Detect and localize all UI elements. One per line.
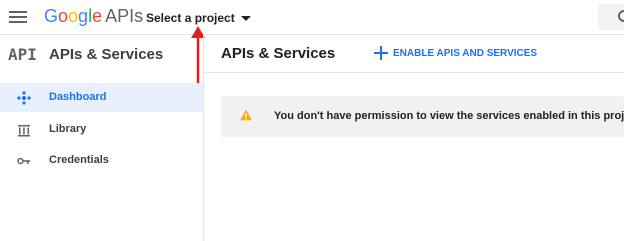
sidebar-item-label: Credentials [49, 154, 109, 166]
sidebar-item-library[interactable]: Library [0, 115, 203, 144]
warning-icon [240, 109, 252, 121]
page-title: APIs & Services [221, 45, 336, 62]
project-selector-button[interactable]: Select a project [146, 11, 251, 25]
google-apis-logo[interactable]: Google APIs [44, 6, 143, 27]
top-app-bar: Google APIs Select a project [0, 0, 624, 35]
enable-apis-label: ENABLE APIS AND SERVICES [393, 48, 538, 59]
project-selector-label: Select a project [146, 11, 235, 25]
dropdown-caret-icon [240, 16, 251, 22]
sidebar: API APIs & Services Dashboard Library Cr… [0, 35, 204, 241]
sidebar-item-label: Library [49, 123, 87, 135]
dashboard-icon [17, 91, 31, 105]
menu-icon[interactable] [9, 10, 27, 24]
sidebar-item-credentials[interactable]: Credentials [0, 146, 203, 175]
notice-text: You don't have permission to view the se… [274, 110, 624, 122]
library-icon [18, 125, 30, 137]
key-icon [17, 157, 30, 165]
plus-icon [374, 46, 388, 60]
sidebar-title: APIs & Services [49, 46, 164, 63]
search-icon [618, 10, 624, 22]
sidebar-item-label: Dashboard [49, 91, 107, 103]
api-icon: API [8, 45, 37, 64]
sidebar-item-dashboard[interactable]: Dashboard [0, 83, 203, 112]
header-divider [203, 72, 624, 73]
search-box[interactable] [598, 4, 624, 30]
permission-notice: You don't have permission to view the se… [221, 96, 624, 137]
